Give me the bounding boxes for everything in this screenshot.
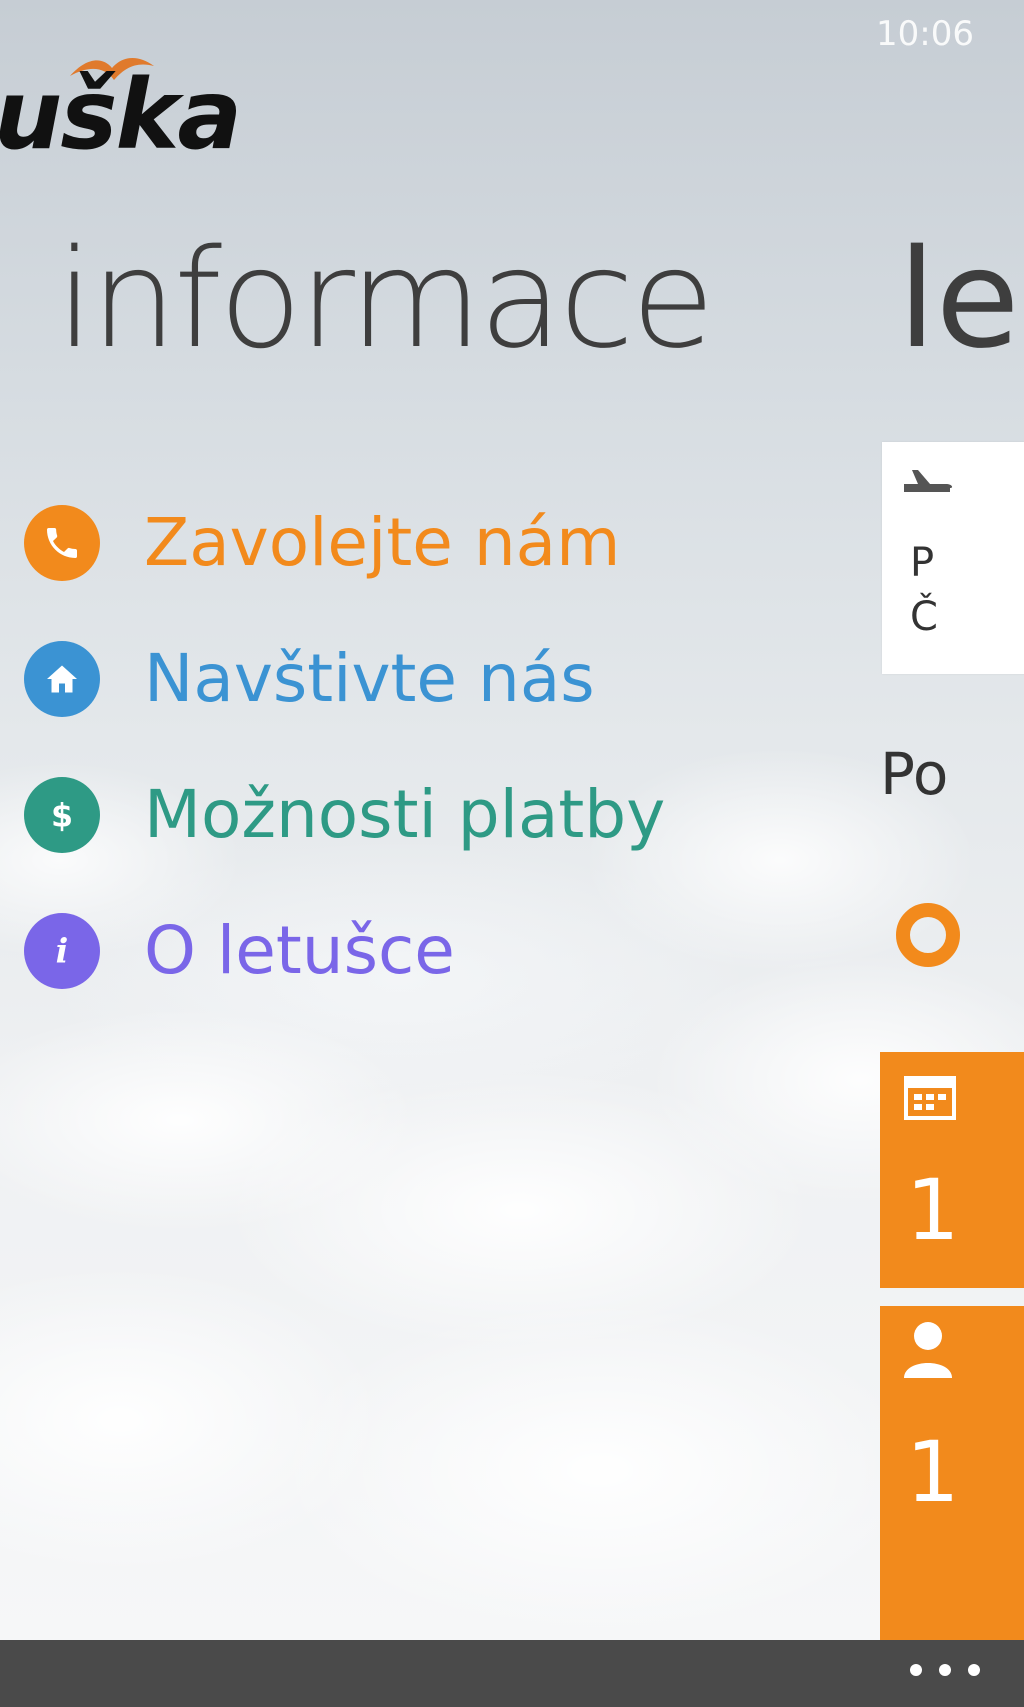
menu-item-visit-us[interactable]: Navštivte nás — [24, 634, 595, 724]
svg-text:i: i — [56, 932, 69, 971]
dollar-icon: $ — [24, 777, 100, 853]
plane-icon — [904, 470, 953, 492]
person-icon — [904, 1322, 952, 1378]
next-pivot-title[interactable]: le — [898, 225, 1019, 375]
tile-value: 1 — [906, 1423, 960, 1521]
calendar-icon — [904, 1076, 956, 1120]
menu-item-label: Navštivte nás — [144, 640, 595, 717]
next-subheading: Po — [880, 740, 949, 808]
logo-wordmark: uška — [0, 59, 242, 171]
date-tile[interactable]: 1 — [880, 1052, 1024, 1288]
menu-item-about[interactable]: i O letušce — [24, 906, 455, 996]
radio-icon[interactable] — [896, 903, 960, 967]
menu-item-label: Možnosti platby — [144, 776, 666, 853]
info-icon: i — [24, 913, 100, 989]
home-icon — [24, 641, 100, 717]
menu-item-payment-options[interactable]: $ Možnosti platby — [24, 770, 665, 860]
menu-item-call-us[interactable]: Zavolejte nám — [24, 498, 620, 588]
more-icon[interactable] — [910, 1650, 980, 1690]
app-logo: uška — [0, 57, 294, 171]
svg-text:$: $ — [51, 799, 73, 835]
menu-item-label: Zavolejte nám — [144, 504, 621, 581]
card-line: P — [910, 540, 935, 586]
passenger-tile[interactable]: 1 — [880, 1306, 1024, 1640]
menu-item-label: O letušce — [144, 912, 455, 989]
app-bar — [0, 1640, 1024, 1707]
phone-icon — [24, 505, 100, 581]
flight-card-peek[interactable]: P Č — [882, 442, 1024, 674]
status-time: 10:06 — [876, 14, 974, 54]
page-title: informace — [56, 221, 715, 379]
card-line: Č — [910, 594, 938, 640]
tile-value: 1 — [906, 1161, 960, 1259]
